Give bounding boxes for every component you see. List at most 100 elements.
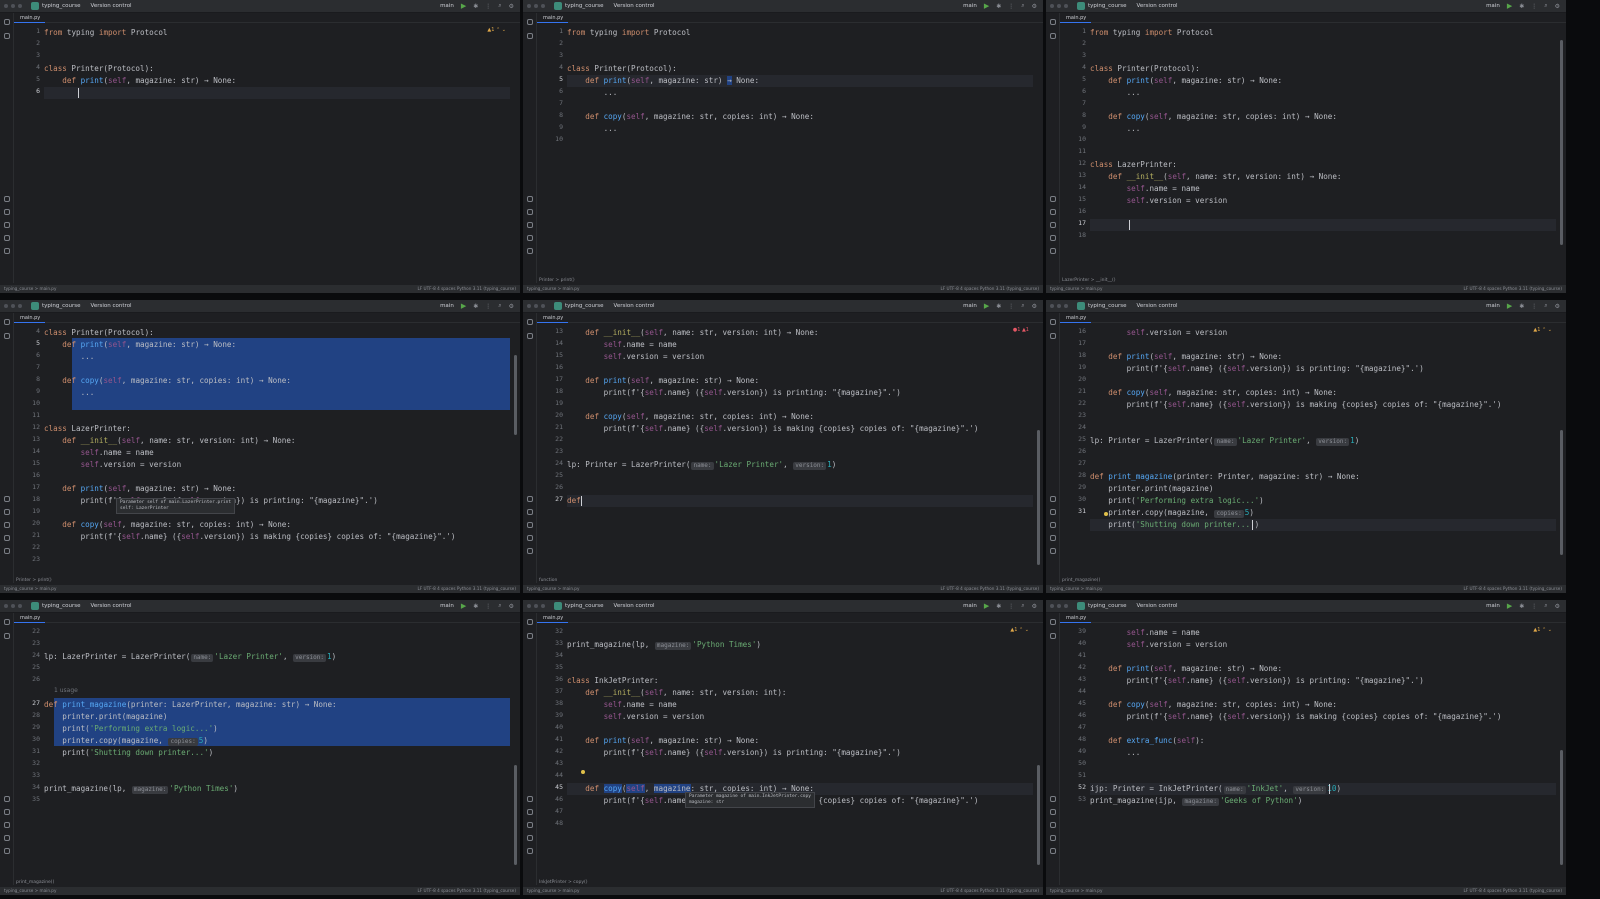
- code-editor[interactable]: self.name = name self.version = version …: [1090, 625, 1556, 877]
- breadcrumb[interactable]: InkJetPrinter > copy(): [539, 878, 588, 887]
- git-tool-icon[interactable]: [4, 548, 10, 554]
- run-tool-icon[interactable]: [527, 196, 533, 202]
- more-icon[interactable]: ⋮: [485, 3, 491, 10]
- code-editor[interactable]: self.version = version def print(self, m…: [1090, 325, 1556, 575]
- project-name[interactable]: typing_course: [1088, 603, 1127, 609]
- debug-icon[interactable]: ✱: [1519, 303, 1524, 310]
- project-tool-icon[interactable]: [1050, 319, 1056, 325]
- run-tool-icon[interactable]: [1050, 796, 1056, 802]
- services-tool-icon[interactable]: [527, 209, 533, 215]
- project-tool-icon[interactable]: [4, 619, 10, 625]
- settings-icon[interactable]: ⚙: [1555, 3, 1560, 10]
- services-tool-icon[interactable]: [1050, 809, 1056, 815]
- search-icon[interactable]: ⌕: [1021, 302, 1024, 310]
- terminal-tool-icon[interactable]: [4, 522, 10, 528]
- project-name[interactable]: typing_course: [565, 303, 604, 309]
- debug-icon[interactable]: ✱: [1519, 603, 1524, 610]
- more-icon[interactable]: ⋮: [1531, 303, 1537, 310]
- terminal-tool-icon[interactable]: [1050, 222, 1056, 228]
- project-name[interactable]: typing_course: [42, 3, 81, 9]
- search-icon[interactable]: ⌕: [498, 2, 501, 10]
- project-tool-icon[interactable]: [4, 19, 10, 25]
- problems-tool-icon[interactable]: [527, 835, 533, 841]
- more-icon[interactable]: ⋮: [1008, 3, 1014, 10]
- git-tool-icon[interactable]: [527, 848, 533, 854]
- tab-main-py[interactable]: main.py: [1060, 313, 1092, 323]
- more-icon[interactable]: ⋮: [1531, 3, 1537, 10]
- branch-selector[interactable]: main: [1486, 603, 1500, 609]
- vcs-menu[interactable]: Version control: [1137, 303, 1178, 309]
- problems-tool-icon[interactable]: [1050, 535, 1056, 541]
- settings-icon[interactable]: ⚙: [509, 603, 514, 610]
- run-tool-icon[interactable]: [527, 796, 533, 802]
- terminal-tool-icon[interactable]: [1050, 822, 1056, 828]
- debug-icon[interactable]: ✱: [996, 3, 1001, 10]
- code-editor[interactable]: from typing import Protocol class Printe…: [1090, 25, 1556, 275]
- breadcrumb[interactable]: LazerPrinter > __init__(): [1062, 276, 1115, 285]
- branch-selector[interactable]: main: [1486, 3, 1500, 9]
- run-icon[interactable]: ▶: [1507, 302, 1512, 310]
- more-icon[interactable]: ⋮: [485, 603, 491, 610]
- search-icon[interactable]: ⌕: [498, 302, 501, 310]
- breadcrumb[interactable]: Printer > print(): [539, 276, 575, 285]
- run-icon[interactable]: ▶: [1507, 2, 1512, 10]
- code-editor[interactable]: def __init__(self, name: str, version: i…: [567, 325, 1033, 575]
- project-tool-icon[interactable]: [527, 19, 533, 25]
- project-tool-icon[interactable]: [1050, 619, 1056, 625]
- terminal-tool-icon[interactable]: [527, 522, 533, 528]
- code-editor[interactable]: print_magazine(lp, magazine: 'Python Time…: [567, 625, 1033, 877]
- tab-main-py[interactable]: main.py: [1060, 613, 1092, 623]
- vcs-menu[interactable]: Version control: [614, 3, 655, 9]
- code-editor[interactable]: lp: LazerPrinter = LazerPrinter(name: 'La…: [44, 625, 510, 877]
- settings-icon[interactable]: ⚙: [1032, 3, 1037, 10]
- debug-icon[interactable]: ✱: [473, 603, 478, 610]
- tab-main-py[interactable]: main.py: [1060, 13, 1092, 23]
- vcs-menu[interactable]: Version control: [91, 3, 132, 9]
- project-tool-icon[interactable]: [4, 319, 10, 325]
- branch-selector[interactable]: main: [440, 303, 454, 309]
- run-icon[interactable]: ▶: [461, 302, 466, 310]
- git-tool-icon[interactable]: [1050, 248, 1056, 254]
- debug-icon[interactable]: ✱: [1519, 3, 1524, 10]
- services-tool-icon[interactable]: [1050, 209, 1056, 215]
- tab-main-py[interactable]: main.py: [14, 313, 46, 323]
- structure-tool-icon[interactable]: [4, 333, 10, 339]
- search-icon[interactable]: ⌕: [1544, 2, 1547, 10]
- services-tool-icon[interactable]: [4, 809, 10, 815]
- scrollbar[interactable]: [1037, 765, 1040, 865]
- problems-tool-icon[interactable]: [1050, 835, 1056, 841]
- services-tool-icon[interactable]: [4, 509, 10, 515]
- tab-main-py[interactable]: main.py: [14, 13, 46, 23]
- settings-icon[interactable]: ⚙: [509, 3, 514, 10]
- breadcrumb[interactable]: function: [539, 576, 557, 585]
- more-icon[interactable]: ⋮: [1531, 603, 1537, 610]
- scrollbar[interactable]: [1560, 40, 1563, 245]
- branch-selector[interactable]: main: [440, 603, 454, 609]
- scrollbar[interactable]: [1560, 430, 1563, 555]
- scrollbar[interactable]: [1560, 750, 1563, 865]
- run-tool-icon[interactable]: [1050, 496, 1056, 502]
- git-tool-icon[interactable]: [1050, 548, 1056, 554]
- vcs-menu[interactable]: Version control: [614, 603, 655, 609]
- settings-icon[interactable]: ⚙: [1555, 603, 1560, 610]
- branch-selector[interactable]: main: [963, 303, 977, 309]
- run-tool-icon[interactable]: [527, 496, 533, 502]
- project-name[interactable]: typing_course: [565, 603, 604, 609]
- settings-icon[interactable]: ⚙: [1032, 603, 1037, 610]
- code-editor[interactable]: from typing import Protocol class Printe…: [567, 25, 1033, 275]
- vcs-menu[interactable]: Version control: [614, 303, 655, 309]
- run-icon[interactable]: ▶: [984, 2, 989, 10]
- tab-main-py[interactable]: main.py: [537, 313, 569, 323]
- git-tool-icon[interactable]: [4, 248, 10, 254]
- run-icon[interactable]: ▶: [1507, 602, 1512, 610]
- git-tool-icon[interactable]: [4, 848, 10, 854]
- project-tool-icon[interactable]: [527, 619, 533, 625]
- usage-hint[interactable]: 1 usage: [54, 687, 78, 694]
- vcs-menu[interactable]: Version control: [1137, 3, 1178, 9]
- run-tool-icon[interactable]: [1050, 196, 1056, 202]
- scrollbar[interactable]: [514, 765, 517, 865]
- branch-selector[interactable]: main: [440, 3, 454, 9]
- more-icon[interactable]: ⋮: [1008, 303, 1014, 310]
- tab-main-py[interactable]: main.py: [537, 613, 569, 623]
- project-name[interactable]: typing_course: [565, 3, 604, 9]
